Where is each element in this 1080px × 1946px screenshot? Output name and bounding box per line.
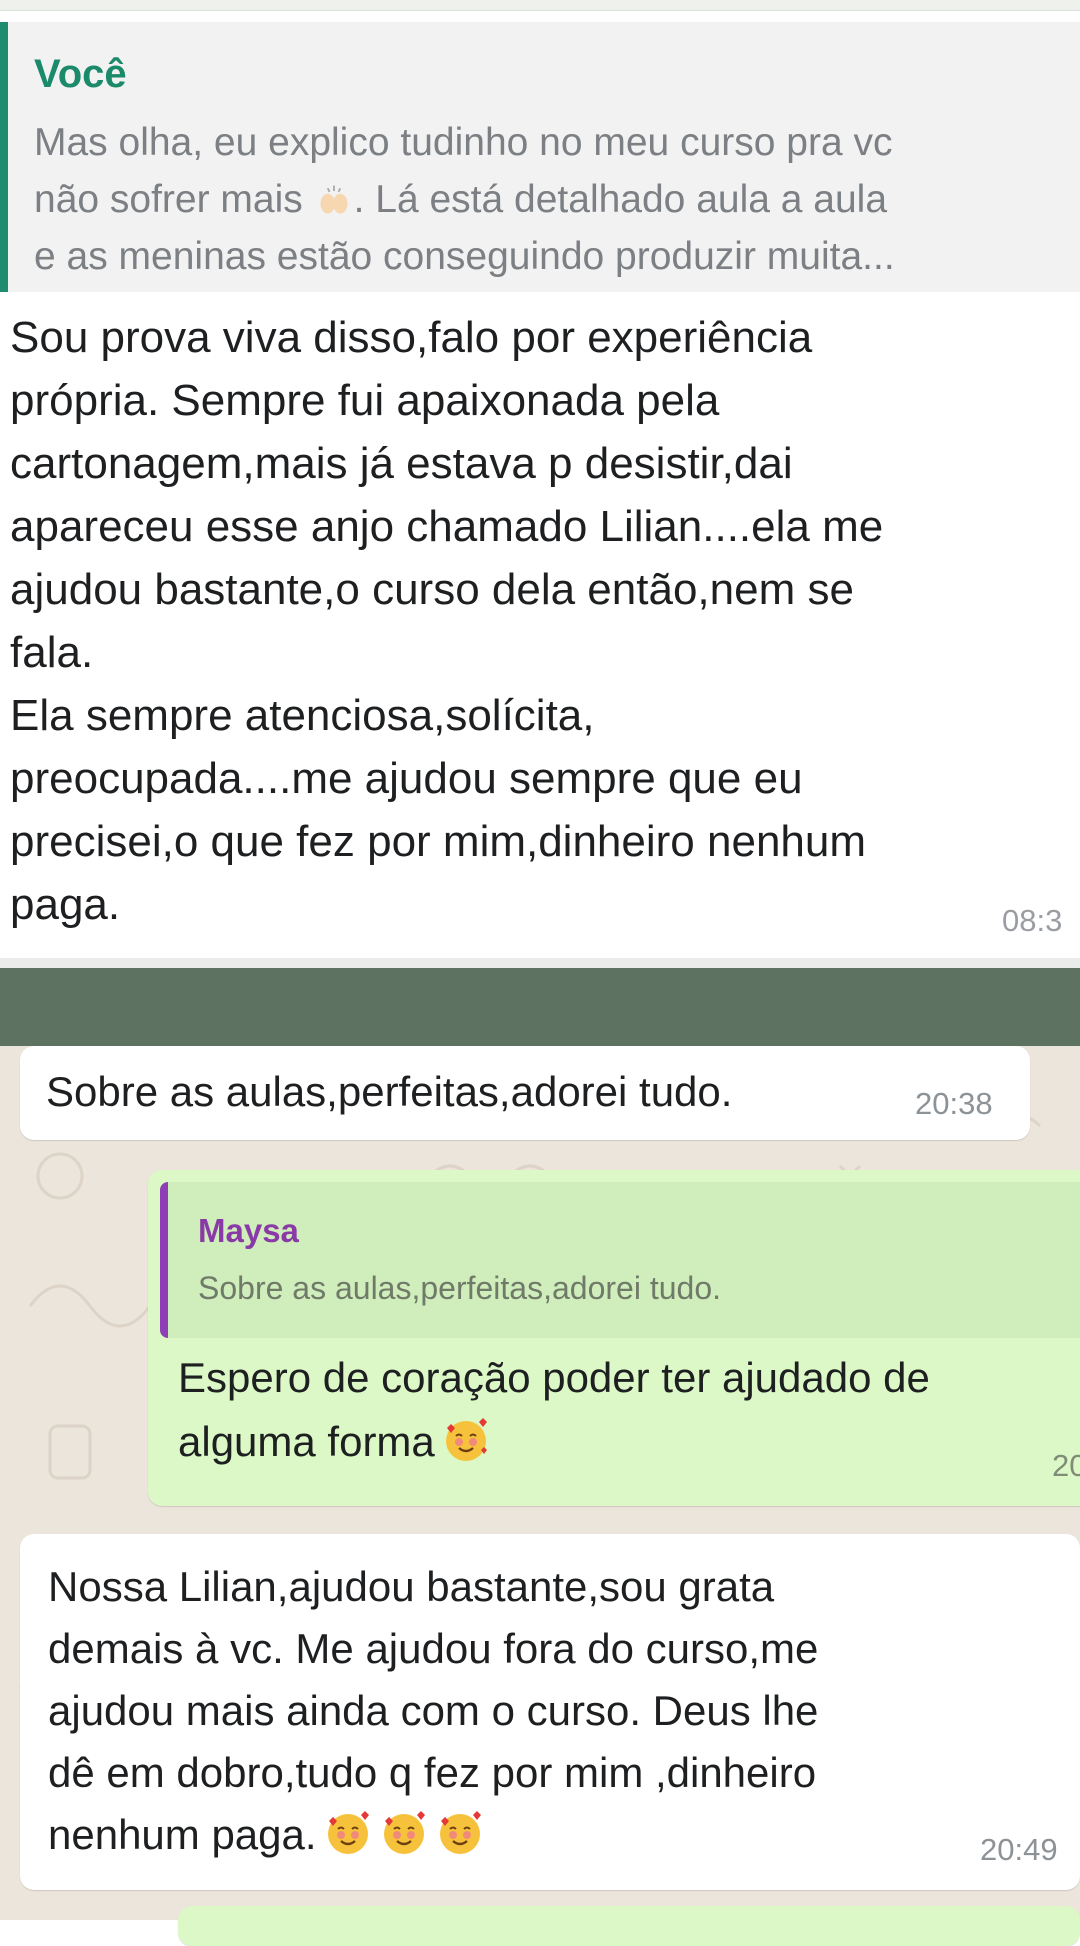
quote-line-2-start: não sofrer mais bbox=[34, 178, 314, 221]
message-time: 20:38 bbox=[915, 1086, 993, 1121]
smiling-face-with-hearts-icon bbox=[327, 1811, 369, 1854]
quote-bar bbox=[160, 1182, 168, 1338]
message-bubble-incoming[interactable]: Sobre as aulas,perfeitas,adorei tudo. 20… bbox=[20, 1046, 1030, 1140]
message-bubble-outgoing-partial[interactable] bbox=[178, 1906, 1080, 1946]
quote-line-2-end: . Lá está detalhado aula a aula bbox=[353, 178, 888, 221]
message-bubble-outgoing[interactable]: Maysa Sobre as aulas,perfeitas,adorei tu… bbox=[148, 1170, 1080, 1506]
smiling-face-with-hearts-icon bbox=[445, 1418, 487, 1461]
first-screenshot: Você Mas olha, eu explico tudinho no meu… bbox=[0, 0, 1080, 968]
top-edge bbox=[0, 0, 1080, 11]
quoted-message[interactable]: Você Mas olha, eu explico tudinho no meu… bbox=[0, 22, 1080, 292]
quote-line-3: e as meninas estão conseguindo produzir … bbox=[34, 235, 895, 278]
quoted-message[interactable]: Maysa Sobre as aulas,perfeitas,adorei tu… bbox=[160, 1182, 1080, 1338]
message-time: 20:49 bbox=[980, 1832, 1058, 1867]
message-text: Nossa Lilian,ajudou bastante,sou grata d… bbox=[48, 1556, 1068, 1866]
message-text: Sou prova viva disso,falo por experiênci… bbox=[10, 313, 884, 929]
bottom-edge bbox=[0, 958, 1080, 968]
divider-band bbox=[0, 968, 1080, 1046]
smiling-face-with-hearts-icon bbox=[383, 1811, 425, 1854]
smiling-face-with-hearts-icon bbox=[439, 1811, 481, 1854]
message-time: 08:3 bbox=[1002, 903, 1063, 938]
quote-author: Maysa bbox=[198, 1212, 299, 1249]
message-text-content: Espero de coração poder ter ajudado de a… bbox=[178, 1354, 930, 1465]
message-text: Sobre as aulas,perfeitas,adorei tudo. bbox=[46, 1068, 733, 1115]
message-time: 20 bbox=[1052, 1448, 1080, 1483]
quote-text: Sobre as aulas,perfeitas,adorei tudo. bbox=[198, 1270, 721, 1306]
quote-line-1: Mas olha, eu explico tudinho no meu curs… bbox=[34, 121, 893, 164]
quote-author: Você bbox=[34, 52, 127, 96]
message-text: Espero de coração poder ter ajudado de a… bbox=[178, 1346, 1080, 1474]
quote-bar bbox=[0, 22, 8, 292]
message-bubble-incoming[interactable]: Nossa Lilian,ajudou bastante,sou grata d… bbox=[20, 1534, 1080, 1890]
message-text-content: Nossa Lilian,ajudou bastante,sou grata d… bbox=[48, 1563, 819, 1858]
quote-text: Mas olha, eu explico tudinho no meu curs… bbox=[34, 114, 1080, 285]
raising-hands-emoji-icon bbox=[320, 185, 348, 214]
